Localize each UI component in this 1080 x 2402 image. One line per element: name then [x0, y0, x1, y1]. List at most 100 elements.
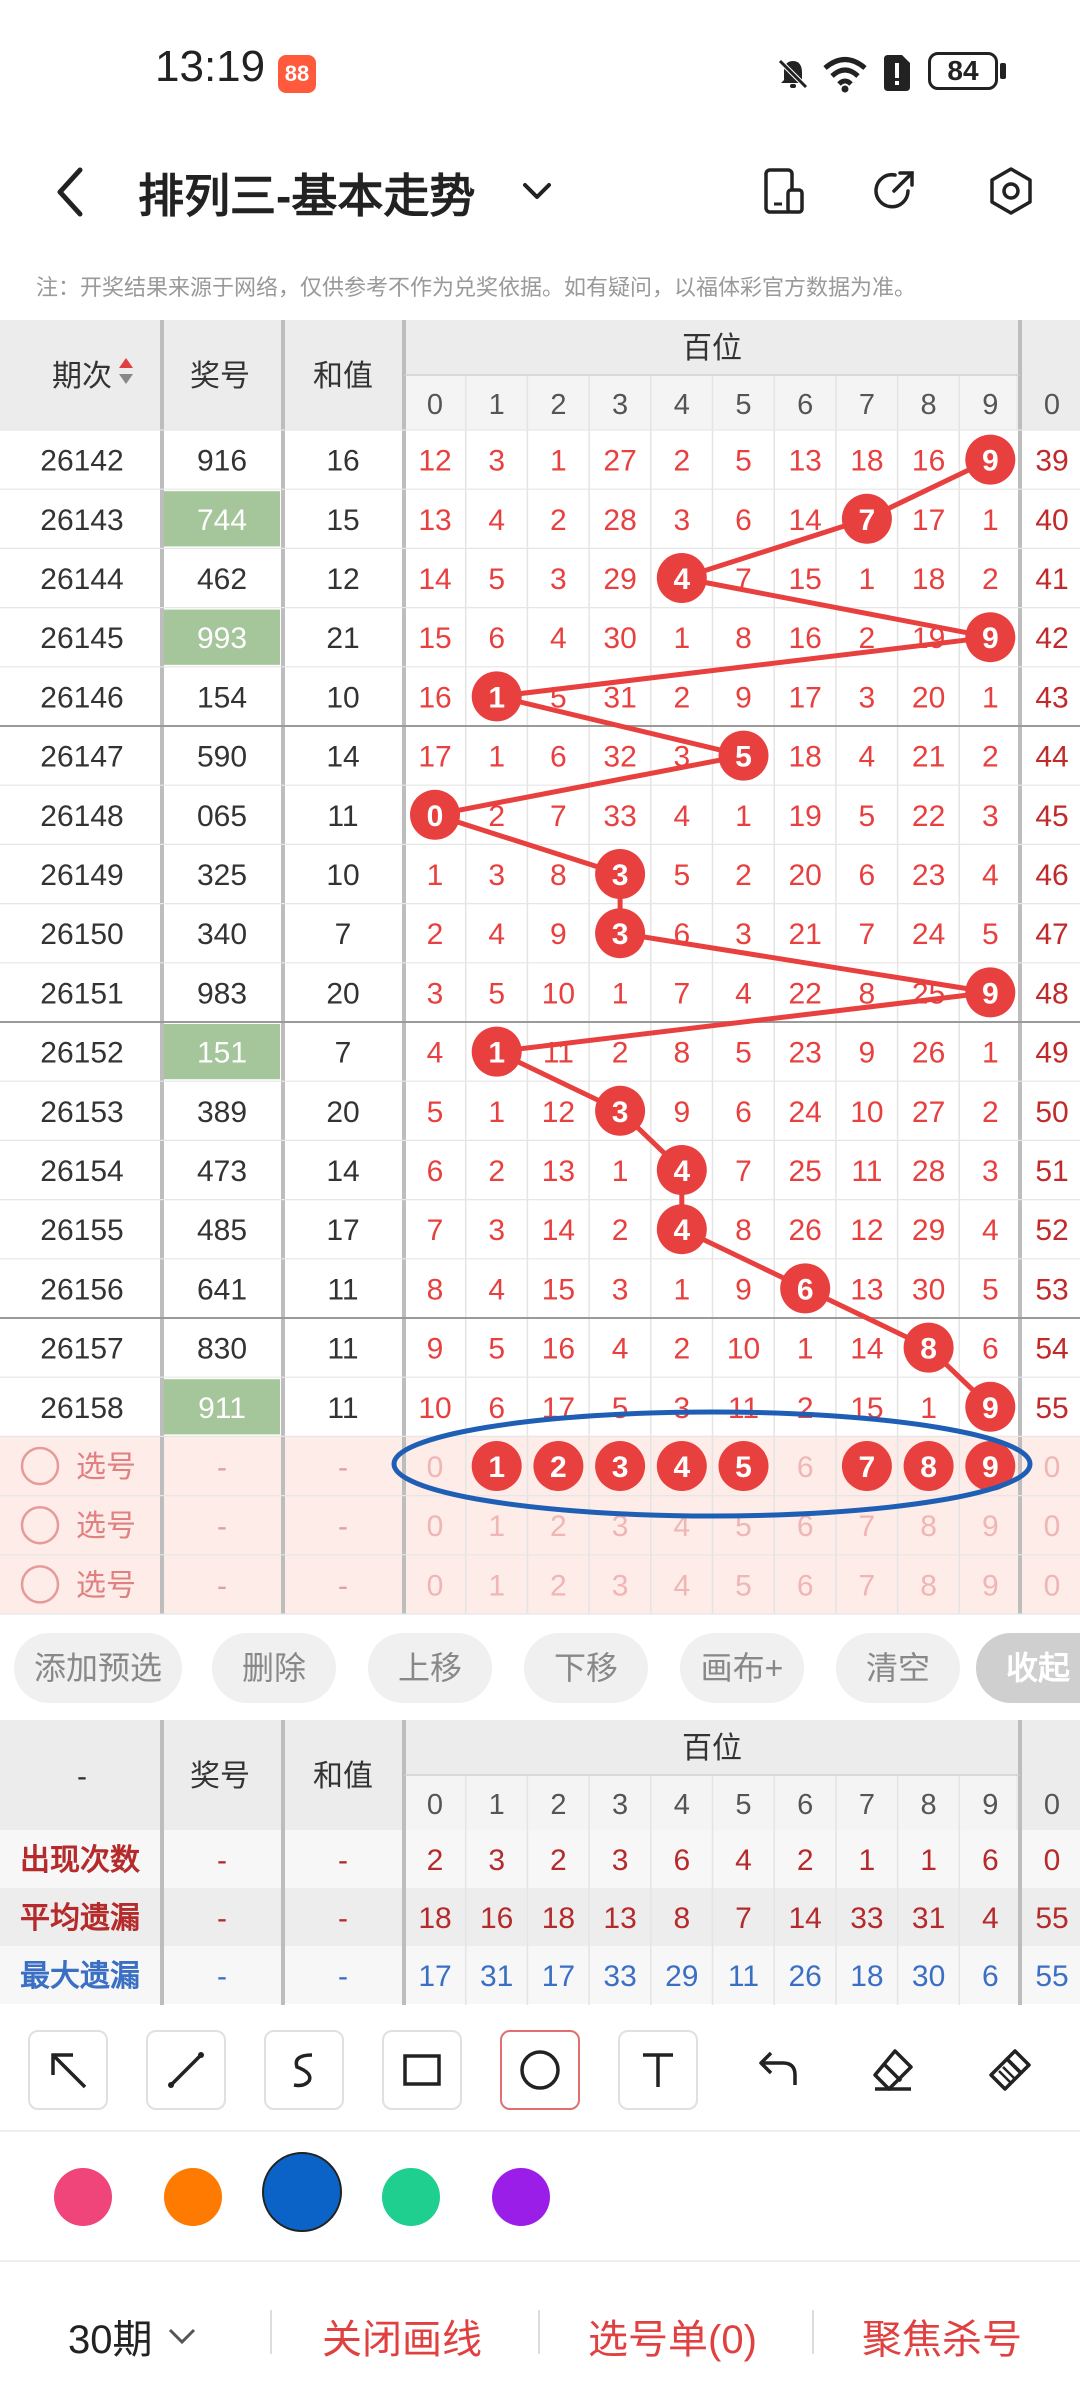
select-cell: 6 [797, 1569, 814, 1602]
prize-cell: 830 [197, 1333, 247, 1366]
miss-value: 4 [982, 859, 999, 892]
select-cell: 3 [612, 1569, 629, 1602]
line-tool-icon[interactable] [146, 2030, 226, 2110]
issue-cell: 26150 [40, 918, 123, 951]
miss-value: 17 [789, 681, 822, 714]
settings-icon[interactable] [984, 164, 1038, 218]
miss-value: 19 [912, 622, 945, 655]
extra-cell: 45 [1035, 800, 1068, 833]
select-cell: 1 [488, 1569, 505, 1602]
miss-value: 24 [789, 1096, 822, 1129]
select-cell: 7 [859, 1510, 876, 1543]
pink-swatch[interactable] [54, 2168, 112, 2226]
miss-value: 19 [789, 800, 822, 833]
miss-value: 1 [488, 741, 505, 774]
miss-value: 3 [488, 1214, 505, 1247]
share-icon[interactable] [868, 164, 922, 218]
digit-header: 5 [735, 389, 751, 421]
divider [270, 2310, 272, 2354]
undo-icon[interactable] [738, 2030, 818, 2110]
rect-tool-icon[interactable] [382, 2030, 462, 2110]
delete-button[interactable]: 删除 [212, 1633, 336, 1703]
focus-kill-button[interactable]: 聚焦杀号 [862, 2307, 1022, 2365]
prize-cell: 590 [197, 741, 247, 774]
eraser-icon[interactable] [852, 2030, 932, 2110]
miss-value: 4 [488, 918, 505, 951]
select-cell: 1 [488, 1510, 505, 1543]
miss-value: 4 [982, 1214, 999, 1247]
stats-value: 1 [859, 1844, 876, 1877]
miss-value: 4 [488, 1273, 505, 1306]
text-tool-glyph [643, 2053, 673, 2087]
move-down-button[interactable]: 下移 [524, 1633, 648, 1703]
collapse-button[interactable]: 收起 [976, 1633, 1080, 1703]
digit-header: 9 [982, 389, 998, 421]
stats-digit-header: 2 [550, 1789, 566, 1821]
green-swatch[interactable] [382, 2168, 440, 2226]
issue-cell: 26155 [40, 1214, 123, 1247]
curve-tool-icon[interactable] [264, 2030, 344, 2110]
select-prize: - [217, 1510, 227, 1543]
miss-value: 16 [912, 445, 945, 478]
sum-cell: 11 [327, 800, 358, 833]
clear-button[interactable]: 清空 [836, 1633, 960, 1703]
miss-value: 3 [735, 918, 752, 951]
blue-swatch-selected[interactable] [262, 2152, 342, 2232]
stats-row-label: 平均遗漏 [20, 1902, 140, 1935]
miss-value: 6 [550, 741, 567, 774]
miss-value: 14 [850, 1333, 883, 1366]
miss-value: 1 [982, 504, 999, 537]
miss-value: 1 [859, 563, 876, 596]
period-select[interactable]: 30期 [68, 2307, 153, 2365]
page-title[interactable]: 排列三-基本走势 [138, 160, 475, 226]
extra-cell: 40 [1035, 504, 1068, 537]
miss-value: 12 [418, 445, 451, 478]
period-chevron-icon[interactable] [164, 2322, 200, 2350]
trend-chart-canvas: 期次 奖号 和值百位0 1 2 3 4 5 6 7 8 9 026142 916 16 12 3 1 27 2 5 13 1… [0, 320, 1080, 1615]
disclaimer-note: 注：开奖结果来源于网络，仅供参考不作为兑奖依据。如有疑问，以福体彩官方数据为准。 [36, 275, 917, 300]
miss-value: 33 [603, 800, 636, 833]
text-tool-icon[interactable] [618, 2030, 698, 2110]
miss-value: 1 [612, 977, 629, 1010]
issue-cell: 26156 [40, 1273, 123, 1306]
stats-digit-header: 6 [797, 1789, 813, 1821]
stats-value: 17 [418, 1960, 451, 1993]
purple-swatch[interactable] [492, 2168, 550, 2226]
back-icon[interactable] [50, 162, 90, 222]
hit-number: 6 [797, 1273, 814, 1306]
miss-value: 14 [418, 563, 451, 596]
hit-number: 4 [673, 1214, 690, 1247]
issue-cell: 26151 [40, 977, 123, 1010]
prize-cell: 151 [197, 1037, 247, 1070]
selection-list-button[interactable]: 选号单(0) [588, 2307, 757, 2365]
miss-value: 1 [797, 1333, 814, 1366]
trend-chart: 期次 奖号 和值 百位 0 1 2 3 4 5 6 7 8 9 0 26142 916 16 12 3 1 27 2 5 13 1… [0, 320, 1080, 1615]
extra-cell: 47 [1035, 918, 1068, 951]
phone-icon[interactable] [758, 166, 808, 216]
stats-value: 4 [982, 1902, 999, 1935]
miss-value: 16 [542, 1333, 575, 1366]
canvas-plus-button[interactable]: 画布+ [680, 1633, 804, 1703]
miss-value: 15 [789, 563, 822, 596]
digit-header: 3 [612, 389, 628, 421]
miss-value: 2 [488, 800, 505, 833]
add-preselect-button[interactable]: 添加预选 [14, 1633, 182, 1703]
miss-value: 2 [797, 1392, 814, 1425]
move-up-button[interactable]: 上移 [368, 1633, 492, 1703]
digit-header: 0 [427, 389, 443, 421]
close-drawing-button[interactable]: 关闭画线 [322, 2307, 482, 2365]
miss-value: 8 [427, 1273, 444, 1306]
orange-swatch[interactable] [164, 2168, 222, 2226]
miss-value: 4 [673, 800, 690, 833]
miss-value: 6 [673, 918, 690, 951]
chevron-down-icon[interactable] [520, 176, 554, 206]
select-ball-number: 5 [735, 1451, 752, 1484]
select-extra: 0 [1044, 1451, 1061, 1484]
miss-value: 26 [912, 1037, 945, 1070]
circle-tool-icon[interactable] [500, 2030, 580, 2110]
arrow-tool-icon[interactable] [28, 2030, 108, 2110]
miss-value: 9 [859, 1037, 876, 1070]
clear-brush-icon[interactable] [970, 2030, 1050, 2110]
miss-value: 15 [542, 1273, 575, 1306]
miss-value: 21 [789, 918, 822, 951]
